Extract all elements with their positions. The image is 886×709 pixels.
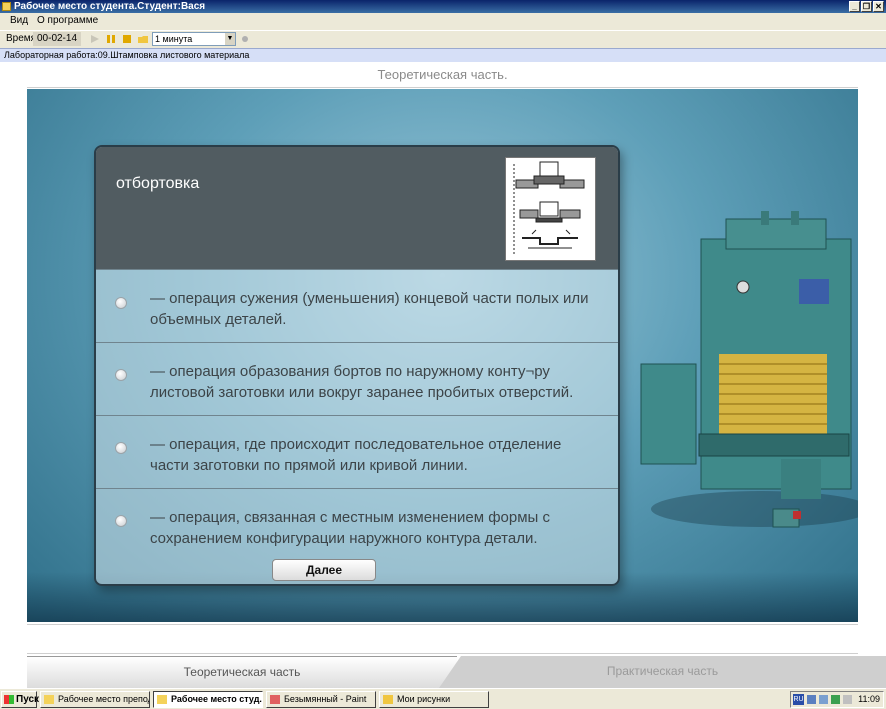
- windows-logo-icon: [4, 695, 14, 704]
- restore-button[interactable]: ❐: [861, 1, 872, 12]
- pause-icon[interactable]: [106, 34, 116, 44]
- chevron-down-icon[interactable]: ▼: [225, 33, 235, 45]
- close-button[interactable]: ✕: [873, 1, 884, 12]
- stop-icon[interactable]: [122, 34, 132, 44]
- task-label: Рабочее место препода...: [58, 694, 149, 704]
- answer-option-2[interactable]: — операция образования бортов по наружно…: [96, 342, 618, 415]
- interval-value: 1 минута: [155, 34, 193, 44]
- network-icon[interactable]: [807, 695, 816, 704]
- stage-background: отбортовка — операция сужения (уменьшени…: [27, 89, 858, 622]
- bottom-status-bar: [27, 624, 858, 654]
- task-label: Безымянный - Paint: [284, 694, 367, 704]
- minimize-button[interactable]: _: [849, 1, 860, 12]
- answer-text: — операция, где происходит последователь…: [150, 436, 562, 474]
- menu-view[interactable]: Вид: [10, 15, 28, 26]
- window-titlebar: Рабочее место студента.Студент:Вася _ ❐ …: [0, 0, 886, 13]
- drawing-thumbnail: [505, 157, 596, 261]
- radio-button[interactable]: [115, 297, 127, 309]
- tab-theory[interactable]: Теоретическая часть: [27, 656, 457, 688]
- answer-text: — операция, связанная с местным изменени…: [150, 509, 550, 547]
- tab-practice-label: Практическая часть: [606, 664, 719, 678]
- app-icon: [44, 695, 54, 704]
- quiz-term: отбортовка: [116, 175, 200, 192]
- answer-text: — операция сужения (уменьшения) концевой…: [150, 290, 589, 328]
- display-icon[interactable]: [819, 695, 828, 704]
- menu-bar: Вид О программе: [0, 13, 886, 30]
- time-display: 00-02-14: [33, 32, 81, 46]
- tab-theory-label: Теоретическая часть: [183, 665, 301, 679]
- task-label: Рабочее место студ...: [171, 694, 263, 704]
- system-tray: RU 11:09: [790, 691, 884, 708]
- shield-icon[interactable]: [831, 695, 840, 704]
- answer-option-1[interactable]: — операция сужения (уменьшения) концевой…: [96, 269, 618, 342]
- taskbar: Пуск Рабочее место препода... Рабочее ме…: [0, 688, 886, 709]
- next-button[interactable]: Далее: [272, 559, 376, 581]
- clock: 11:09: [858, 694, 880, 704]
- task-teacher-workstation[interactable]: Рабочее место препода...: [40, 691, 150, 708]
- folder-icon[interactable]: [138, 34, 148, 44]
- menu-about[interactable]: О программе: [37, 15, 98, 26]
- quiz-card: отбортовка — операция сужения (уменьшени…: [94, 145, 620, 586]
- tab-bar: Теоретическая часть Практическая часть: [27, 656, 886, 688]
- speaker-icon[interactable]: [843, 695, 852, 704]
- answer-text: — операция образования бортов по наружно…: [150, 363, 574, 401]
- interval-select[interactable]: 1 минута ▼: [152, 32, 236, 46]
- task-paint[interactable]: Безымянный - Paint: [266, 691, 376, 708]
- answer-option-3[interactable]: — операция, где происходит последователь…: [96, 415, 618, 488]
- start-button[interactable]: Пуск: [1, 691, 40, 708]
- radio-button[interactable]: [115, 442, 127, 454]
- language-indicator[interactable]: RU: [793, 694, 804, 705]
- lab-title: Лабораторная работа:09.Штамповка листово…: [0, 48, 886, 62]
- app-icon: [157, 695, 167, 704]
- section-header: Теоретическая часть.: [27, 62, 858, 88]
- tab-practice[interactable]: Практическая часть: [439, 656, 886, 688]
- time-label: Время: [6, 33, 37, 44]
- settings-icon[interactable]: [240, 34, 250, 44]
- content-frame: Теоретическая часть. отбортовка — операц…: [0, 62, 886, 688]
- quiz-header: отбортовка: [96, 147, 618, 269]
- radio-button[interactable]: [115, 515, 127, 527]
- folder-icon: [383, 695, 393, 704]
- section-title: Теоретическая часть.: [377, 67, 508, 82]
- task-student-workstation[interactable]: Рабочее место студ...: [153, 691, 263, 708]
- play-icon[interactable]: [90, 34, 100, 44]
- answer-option-4[interactable]: — операция, связанная с местным изменени…: [96, 488, 618, 561]
- start-label: Пуск: [16, 694, 40, 705]
- toolbar: Время 00-02-14 1 минута ▼: [0, 30, 886, 47]
- press-machine-image: [640, 211, 858, 528]
- app-icon: [2, 2, 11, 11]
- task-label: Мои рисунки: [397, 694, 451, 704]
- radio-button[interactable]: [115, 369, 127, 381]
- task-my-pictures[interactable]: Мои рисунки: [379, 691, 489, 708]
- window-title: Рабочее место студента.Студент:Вася: [14, 1, 206, 12]
- paint-icon: [270, 695, 280, 704]
